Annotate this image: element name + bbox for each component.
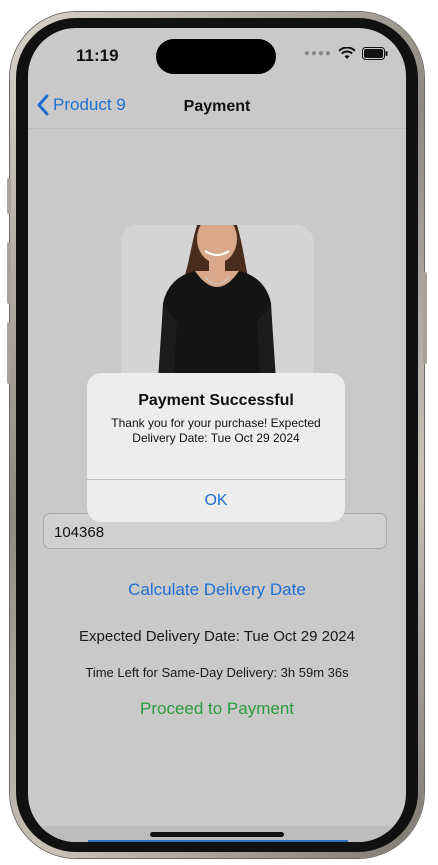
alert-ok-button[interactable]: OK	[87, 480, 345, 522]
page-title: Payment	[183, 98, 251, 115]
time-left-text: Time Left for Same-Day Delivery: 3h 59m …	[85, 665, 349, 680]
expected-delivery-text: Expected Delivery Date: Tue Oct 29 2024	[79, 628, 355, 645]
action-button	[7, 178, 11, 214]
alert-title: Payment Successful	[138, 392, 294, 409]
volume-up-button	[7, 242, 11, 304]
volume-down-button	[7, 322, 11, 384]
proceed-to-payment-button[interactable]: Proceed to Payment	[28, 699, 406, 719]
battery-icon	[362, 47, 388, 60]
navigation-bar: Product 9 Payment	[28, 88, 406, 129]
phone-screen: 11:19 ●●●● Product 9 Payment 104368 Calc…	[28, 28, 406, 842]
calculate-delivery-button[interactable]: Calculate Delivery Date	[28, 580, 406, 600]
status-icons: ●●●●	[304, 47, 388, 60]
dynamic-island	[156, 39, 276, 74]
power-button	[423, 272, 427, 364]
alert-message: Thank you for your purchase! Expected De…	[111, 416, 321, 445]
bottom-accent-line	[88, 840, 348, 842]
home-indicator[interactable]	[150, 832, 284, 837]
signal-icon: ●●●●	[303, 48, 332, 59]
product-image	[121, 225, 313, 395]
payment-success-alert: Payment Successful Thank you for your pu…	[87, 373, 345, 522]
product-photo	[121, 225, 313, 395]
status-time: 11:19	[76, 46, 119, 65]
wifi-icon	[338, 47, 356, 59]
